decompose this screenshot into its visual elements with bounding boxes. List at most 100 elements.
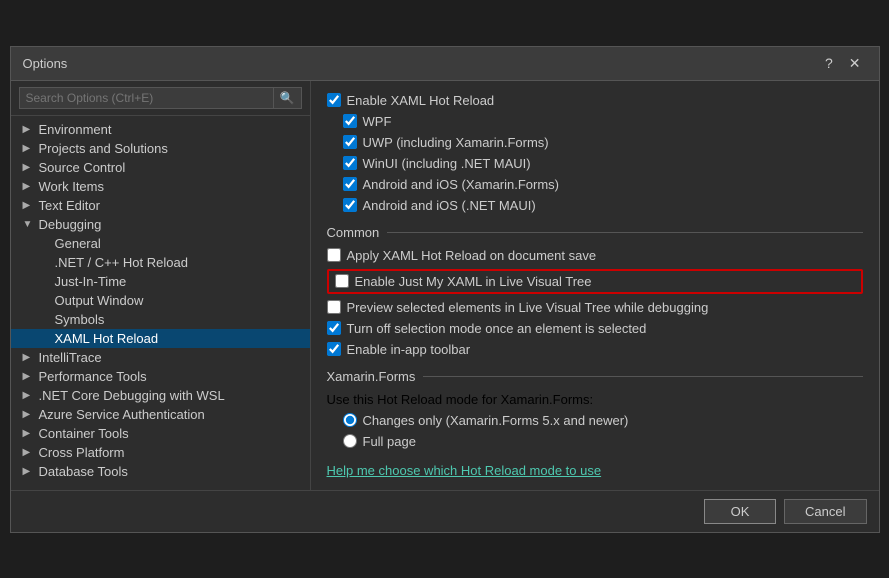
sidebar-item-label: Work Items [39, 179, 105, 194]
sidebar-item-general[interactable]: General [11, 234, 310, 253]
full-page-label[interactable]: Full page [363, 434, 416, 449]
winui-checkbox[interactable] [343, 156, 357, 170]
sidebar-item-label: Cross Platform [39, 445, 125, 460]
sidebar-item-debugging[interactable]: ▼ Debugging [11, 215, 310, 234]
enable-xaml-checkbox[interactable] [327, 93, 341, 107]
option-row-android-ios-maui: Android and iOS (.NET MAUI) [327, 198, 863, 213]
help-link[interactable]: Help me choose which Hot Reload mode to … [327, 463, 602, 478]
sidebar-item-container-tools[interactable]: ▶ Container Tools [11, 424, 310, 443]
cancel-button[interactable]: Cancel [784, 499, 866, 524]
dialog-body: 🔍 ▶ Environment ▶ Projects and Solutions… [11, 81, 879, 490]
option-row-enable-inapp-toolbar: Enable in-app toolbar [327, 342, 863, 357]
preview-selected-checkbox[interactable] [327, 300, 341, 314]
changes-only-label[interactable]: Changes only (Xamarin.Forms 5.x and newe… [363, 413, 629, 428]
enable-inapp-toolbar-checkbox[interactable] [327, 342, 341, 356]
close-button[interactable]: ✕ [843, 53, 867, 74]
arrow-icon: ▶ [23, 466, 35, 477]
tree: ▶ Environment ▶ Projects and Solutions ▶… [11, 116, 310, 490]
arrow-icon: ▶ [23, 352, 35, 363]
android-ios-maui-label[interactable]: Android and iOS (.NET MAUI) [363, 198, 536, 213]
option-row-wpf: WPF [327, 114, 863, 129]
enable-inapp-toolbar-label[interactable]: Enable in-app toolbar [347, 342, 471, 357]
winui-label[interactable]: WinUI (including .NET MAUI) [363, 156, 531, 171]
option-row-turn-off-selection: Turn off selection mode once an element … [327, 321, 863, 336]
arrow-icon: ▶ [23, 390, 35, 401]
sidebar-item-output-window[interactable]: Output Window [11, 291, 310, 310]
turn-off-selection-checkbox[interactable] [327, 321, 341, 335]
sidebar-item-label: Output Window [55, 293, 144, 308]
sidebar-item-label: XAML Hot Reload [55, 331, 159, 346]
sidebar-item-text-editor[interactable]: ▶ Text Editor [11, 196, 310, 215]
android-ios-maui-checkbox[interactable] [343, 198, 357, 212]
right-panel: Enable XAML Hot Reload WPF UWP (includin… [311, 81, 879, 490]
sidebar-item-label: .NET / C++ Hot Reload [55, 255, 188, 270]
wpf-checkbox[interactable] [343, 114, 357, 128]
sidebar-item-label: Database Tools [39, 464, 128, 479]
changes-only-radio[interactable] [343, 413, 357, 427]
sidebar-item-jit[interactable]: Just-In-Time [11, 272, 310, 291]
dialog-footer: OK Cancel [11, 490, 879, 532]
sidebar-item-net-core-debugging[interactable]: ▶ .NET Core Debugging with WSL [11, 386, 310, 405]
option-row-winui: WinUI (including .NET MAUI) [327, 156, 863, 171]
options-dialog: Options ? ✕ 🔍 ▶ Environment ▶ Proj [10, 46, 880, 533]
enable-xaml-label[interactable]: Enable XAML Hot Reload [347, 93, 495, 108]
common-section-title: Common [327, 225, 863, 240]
arrow-icon: ▶ [23, 447, 35, 458]
uwp-label[interactable]: UWP (including Xamarin.Forms) [363, 135, 549, 150]
sidebar-item-database-tools[interactable]: ▶ Database Tools [11, 462, 310, 481]
sidebar-item-cross-platform[interactable]: ▶ Cross Platform [11, 443, 310, 462]
sidebar-item-projects[interactable]: ▶ Projects and Solutions [11, 139, 310, 158]
search-input[interactable] [19, 87, 274, 109]
ok-button[interactable]: OK [704, 499, 776, 524]
sidebar-item-label: IntelliTrace [39, 350, 102, 365]
sidebar-item-label: Symbols [55, 312, 105, 327]
arrow-icon: ▶ [23, 200, 35, 211]
enable-just-my-xaml-label[interactable]: Enable Just My XAML in Live Visual Tree [355, 274, 592, 289]
full-page-radio[interactable] [343, 434, 357, 448]
search-icon-button[interactable]: 🔍 [274, 87, 302, 109]
option-row-full-page: Full page [327, 434, 863, 449]
search-box: 🔍 [11, 81, 310, 116]
sidebar-item-azure-auth[interactable]: ▶ Azure Service Authentication [11, 405, 310, 424]
wpf-label[interactable]: WPF [363, 114, 392, 129]
turn-off-selection-label[interactable]: Turn off selection mode once an element … [347, 321, 647, 336]
help-button[interactable]: ? [819, 53, 839, 74]
sidebar-item-source-control[interactable]: ▶ Source Control [11, 158, 310, 177]
option-row-enable-just-my-xaml: Enable Just My XAML in Live Visual Tree [327, 269, 863, 294]
sidebar-item-label: Azure Service Authentication [39, 407, 205, 422]
sidebar-item-label: Text Editor [39, 198, 100, 213]
option-row-apply-xaml: Apply XAML Hot Reload on document save [327, 248, 863, 263]
arrow-icon: ▶ [23, 162, 35, 173]
sidebar-item-label: Projects and Solutions [39, 141, 168, 156]
sidebar-item-work-items[interactable]: ▶ Work Items [11, 177, 310, 196]
sidebar-item-performance-tools[interactable]: ▶ Performance Tools [11, 367, 310, 386]
uwp-checkbox[interactable] [343, 135, 357, 149]
apply-xaml-checkbox[interactable] [327, 248, 341, 262]
right-scroll-area: Enable XAML Hot Reload WPF UWP (includin… [311, 81, 879, 490]
enable-just-my-xaml-checkbox[interactable] [335, 274, 349, 288]
arrow-icon: ▶ [23, 181, 35, 192]
xamarin-use-label: Use this Hot Reload mode for Xamarin.For… [327, 392, 594, 407]
sidebar-item-label: Performance Tools [39, 369, 147, 384]
title-bar: Options ? ✕ [11, 47, 879, 81]
sidebar-item-symbols[interactable]: Symbols [11, 310, 310, 329]
sidebar-item-label: Container Tools [39, 426, 129, 441]
android-ios-xf-checkbox[interactable] [343, 177, 357, 191]
preview-selected-label[interactable]: Preview selected elements in Live Visual… [347, 300, 709, 315]
option-row-preview-selected: Preview selected elements in Live Visual… [327, 300, 863, 315]
apply-xaml-label[interactable]: Apply XAML Hot Reload on document save [347, 248, 597, 263]
sidebar-item-label: General [55, 236, 101, 251]
arrow-icon: ▶ [23, 143, 35, 154]
sidebar-item-environment[interactable]: ▶ Environment [11, 120, 310, 139]
sidebar-item-xaml-hot-reload[interactable]: XAML Hot Reload [11, 329, 310, 348]
arrow-icon: ▶ [23, 124, 35, 135]
arrow-icon: ▶ [23, 428, 35, 439]
sidebar-item-intellitrace[interactable]: ▶ IntelliTrace [11, 348, 310, 367]
left-panel: 🔍 ▶ Environment ▶ Projects and Solutions… [11, 81, 311, 490]
android-ios-xf-label[interactable]: Android and iOS (Xamarin.Forms) [363, 177, 560, 192]
option-row-changes-only: Changes only (Xamarin.Forms 5.x and newe… [327, 413, 863, 428]
option-row-android-ios-xf: Android and iOS (Xamarin.Forms) [327, 177, 863, 192]
sidebar-item-net-cpp[interactable]: .NET / C++ Hot Reload [11, 253, 310, 272]
arrow-icon: ▶ [23, 371, 35, 382]
arrow-icon: ▶ [23, 409, 35, 420]
